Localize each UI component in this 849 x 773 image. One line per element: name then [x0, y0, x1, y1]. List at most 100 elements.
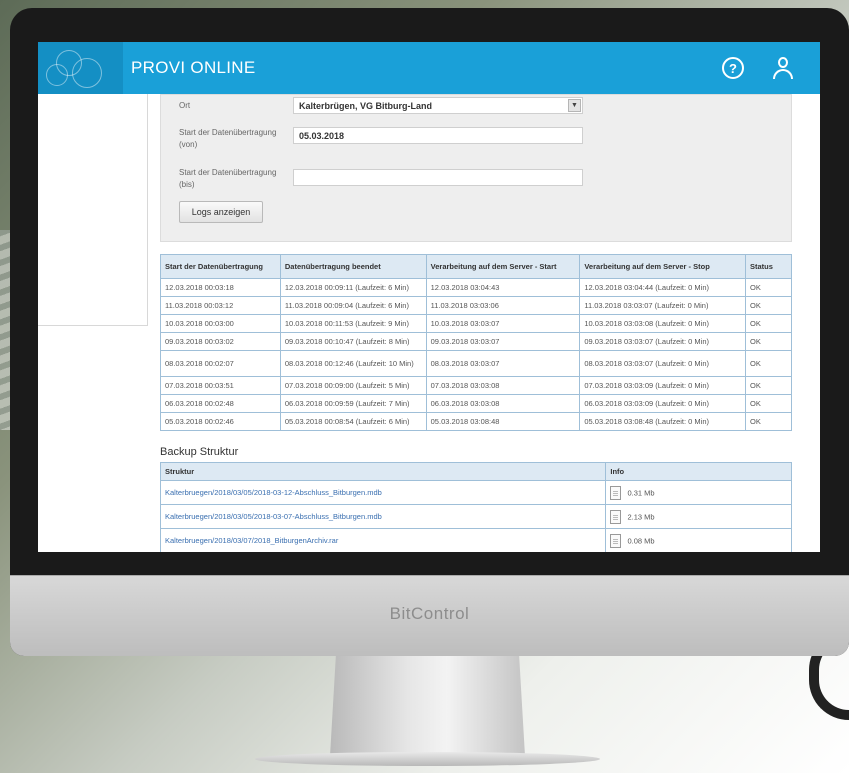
table-cell: 09.03.2018 03:03:07 (Laufzeit: 0 Min): [579, 332, 747, 351]
monitor-stand-base: [255, 752, 600, 766]
status-cell: OK: [745, 412, 792, 431]
status-cell: OK: [745, 314, 792, 333]
table-cell: 10.03.2018 00:03:00: [160, 314, 281, 333]
table-cell: 05.03.2018 03:08:48: [425, 412, 581, 431]
end-date-input[interactable]: [293, 169, 583, 186]
table-cell: Kalterbruegen/2018/03/07/2018_BitburgenA…: [159, 528, 607, 552]
monitor-stand: [330, 656, 525, 756]
table-row: 12.03.2018 00:03:18 12.03.2018 00:09:11 …: [160, 278, 792, 297]
table-cell: 12.03.2018 00:09:11 (Laufzeit: 6 Min): [279, 278, 427, 297]
file-size: 0.08 Mb: [627, 536, 655, 545]
monitor-brand: BitControl: [389, 604, 470, 623]
table-cell: 11.03.2018 00:03:12: [160, 296, 281, 315]
table-cell: 08.03.2018 03:03:07: [425, 350, 581, 377]
end-date-label: Start der Datenübertragung (bis): [179, 168, 277, 189]
table-cell: 09.03.2018 03:03:07: [425, 332, 581, 351]
table-cell: 06.03.2018 03:03:08: [425, 394, 581, 413]
top-bar: PROVI ONLINE ?: [38, 42, 820, 94]
status-cell: OK: [745, 332, 792, 351]
table-cell: Kalterbruegen/2018/03/05/2018-03-07-Absc…: [159, 504, 607, 529]
location-select[interactable]: Kalterbrügen, VG Bitburg-Land ▼: [293, 97, 583, 114]
table-cell: 09.03.2018 00:03:02: [160, 332, 281, 351]
table-cell: 12.03.2018 00:03:18: [160, 278, 281, 297]
table-row: 05.03.2018 00:02:46 05.03.2018 00:08:54 …: [160, 412, 792, 431]
table-cell: 05.03.2018 00:02:46: [160, 412, 281, 431]
table-cell: 12.03.2018 03:04:43: [425, 278, 581, 297]
file-size: 2.13 Mb: [627, 512, 655, 521]
table-cell: 07.03.2018 00:03:51: [160, 376, 281, 395]
table-row: 08.03.2018 00:02:07 08.03.2018 00:12:46 …: [160, 350, 792, 377]
column-header[interactable]: Verarbeitung auf dem Server - Start: [425, 254, 581, 279]
user-icon[interactable]: [772, 56, 794, 80]
table-cell: 08.03.2018 00:12:46 (Laufzeit: 10 Min): [279, 350, 427, 377]
backup-file-link[interactable]: Kalterbruegen/2018/03/05/2018-03-12-Absc…: [165, 488, 382, 497]
app-screen: PROVI ONLINE ? Ort Kalterbrügen, VG Bitb…: [38, 42, 820, 552]
table-row: 11.03.2018 00:03:12 11.03.2018 00:09:04 …: [160, 296, 792, 315]
column-header[interactable]: Datenübertragung beendet: [279, 254, 427, 279]
table-header-row: Start der Datenübertragung Datenübertrag…: [160, 254, 792, 279]
backup-section-title: Backup Struktur: [160, 446, 239, 458]
log-filter-form: Ort Kalterbrügen, VG Bitburg-Land ▼ Star…: [160, 94, 792, 242]
table-cell: 05.03.2018 00:08:54 (Laufzeit: 6 Min): [279, 412, 427, 431]
table-cell: 10.03.2018 03:03:08 (Laufzeit: 0 Min): [579, 314, 747, 333]
status-cell: OK: [745, 296, 792, 315]
backup-table: Struktur Info Kalterbruegen/2018/03/05/2…: [159, 462, 792, 552]
table-row: Kalterbruegen/2018/03/05/2018-03-12-Absc…: [159, 480, 792, 505]
column-header[interactable]: Status: [745, 254, 792, 279]
status-cell: OK: [745, 394, 792, 413]
table-cell: 06.03.2018 00:02:48: [160, 394, 281, 413]
help-icon[interactable]: ?: [722, 57, 744, 79]
file-size: 0.31 Mb: [627, 488, 655, 497]
table-cell: 06.03.2018 03:03:09 (Laufzeit: 0 Min): [579, 394, 747, 413]
file-icon[interactable]: [610, 509, 622, 524]
archive-icon[interactable]: [610, 533, 622, 548]
table-cell: Kalterbruegen/2018/03/05/2018-03-12-Absc…: [159, 480, 607, 505]
column-header[interactable]: Info: [605, 462, 792, 481]
backup-file-link[interactable]: Kalterbruegen/2018/03/05/2018-03-07-Absc…: [165, 512, 382, 521]
table-cell: 11.03.2018 03:03:07 (Laufzeit: 0 Min): [579, 296, 747, 315]
table-cell: 12.03.2018 03:04:44 (Laufzeit: 0 Min): [579, 278, 747, 297]
transfer-log-table: Start der Datenübertragung Datenübertrag…: [160, 254, 792, 431]
monitor-chin: BitControl: [10, 575, 849, 656]
table-cell: 05.03.2018 03:08:48 (Laufzeit: 0 Min): [579, 412, 747, 431]
start-date-input[interactable]: 05.03.2018: [293, 127, 583, 144]
table-cell: 11.03.2018 03:03:06: [425, 296, 581, 315]
status-cell: OK: [745, 376, 792, 395]
column-header[interactable]: Verarbeitung auf dem Server - Stop: [579, 254, 747, 279]
header-icons: ?: [722, 56, 794, 80]
location-label: Ort: [179, 101, 191, 110]
table-header-row: Struktur Info: [159, 462, 792, 481]
chevron-down-icon[interactable]: ▼: [568, 99, 581, 112]
status-cell: OK: [745, 278, 792, 297]
table-cell: 09.03.2018 00:10:47 (Laufzeit: 8 Min): [279, 332, 427, 351]
table-row: Kalterbruegen/2018/03/05/2018-03-07-Absc…: [159, 504, 792, 529]
column-header[interactable]: Start der Datenübertragung: [160, 254, 281, 279]
show-logs-button[interactable]: Logs anzeigen: [179, 201, 263, 223]
table-row: 09.03.2018 00:03:02 09.03.2018 00:10:47 …: [160, 332, 792, 351]
status-cell: OK: [745, 350, 792, 377]
table-cell: 10.03.2018 03:03:07: [425, 314, 581, 333]
start-date-label: Start der Datenübertragung (von): [179, 128, 277, 149]
backup-file-link[interactable]: Kalterbruegen/2018/03/07/2018_BitburgenA…: [165, 536, 338, 545]
table-cell: 10.03.2018 00:11:53 (Laufzeit: 9 Min): [279, 314, 427, 333]
file-icon[interactable]: [610, 485, 622, 500]
table-row: 10.03.2018 00:03:00 10.03.2018 00:11:53 …: [160, 314, 792, 333]
table-row: 06.03.2018 00:02:48 06.03.2018 00:09:59 …: [160, 394, 792, 413]
table-cell: 0.31 Mb: [605, 480, 792, 505]
table-cell: 07.03.2018 03:03:08: [425, 376, 581, 395]
table-cell: 08.03.2018 03:03:07 (Laufzeit: 0 Min): [579, 350, 747, 377]
location-value: Kalterbrügen, VG Bitburg-Land: [299, 101, 433, 111]
table-cell: 11.03.2018 00:09:04 (Laufzeit: 6 Min): [279, 296, 427, 315]
table-cell: 08.03.2018 00:02:07: [160, 350, 281, 377]
table-cell: 07.03.2018 00:09:00 (Laufzeit: 5 Min): [279, 376, 427, 395]
table-cell: 06.03.2018 00:09:59 (Laufzeit: 7 Min): [279, 394, 427, 413]
app-title: PROVI ONLINE: [131, 58, 256, 77]
app-logo[interactable]: [38, 42, 123, 94]
table-row: 07.03.2018 00:03:51 07.03.2018 00:09:00 …: [160, 376, 792, 395]
column-header[interactable]: Struktur: [159, 462, 607, 481]
table-row: Kalterbruegen/2018/03/07/2018_BitburgenA…: [159, 528, 792, 552]
left-navigation-pane: [38, 94, 148, 326]
table-cell: 07.03.2018 03:03:09 (Laufzeit: 0 Min): [579, 376, 747, 395]
table-cell: 0.08 Mb: [605, 528, 792, 552]
table-cell: 2.13 Mb: [605, 504, 792, 529]
